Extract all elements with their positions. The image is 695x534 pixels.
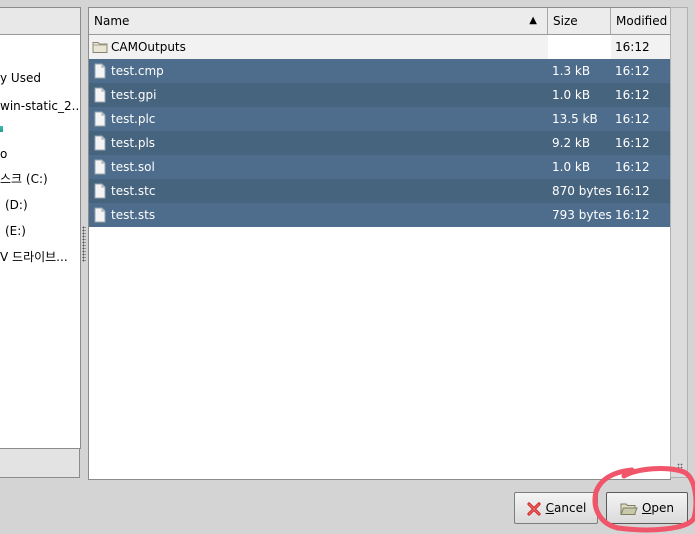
file-size: 1.3 kB <box>552 64 591 78</box>
places-sidebar: y Used win-static_2... o 스크 (C:) (D:) (E… <box>0 7 81 449</box>
file-list-header: Name ▲ Size Modified <box>89 8 670 35</box>
file-size: 1.0 kB <box>552 160 591 174</box>
place-teal[interactable] <box>0 118 3 138</box>
file-icon <box>94 63 106 79</box>
place-label: (E:) <box>5 224 26 238</box>
place-label: (D:) <box>5 198 28 212</box>
sort-ascending-icon: ▲ <box>529 15 537 26</box>
file-row[interactable]: test.pls 9.2 kB 16:12 <box>89 131 670 155</box>
file-modified: 16:12 <box>615 112 650 126</box>
file-row-folder[interactable]: CAMOutputs 16:12 <box>89 35 670 59</box>
folder-icon <box>620 503 638 515</box>
place-home-folder[interactable]: win-static_2... <box>0 96 81 116</box>
file-modified: 16:12 <box>615 136 650 150</box>
open-button[interactable]: Open <box>606 492 688 524</box>
column-header-name[interactable]: Name ▲ <box>89 8 548 34</box>
cancel-button[interactable]: Cancel <box>514 492 598 524</box>
file-name: test.sol <box>111 160 155 174</box>
file-row[interactable]: test.sol 1.0 kB 16:12 <box>89 155 670 179</box>
open-label: pen <box>651 501 675 515</box>
file-name: test.pls <box>111 136 156 150</box>
place-dvd-drive[interactable]: V 드라이브... <box>0 247 68 267</box>
place-drive-e[interactable]: (E:) <box>5 221 26 241</box>
file-row[interactable]: test.gpi 1.0 kB 16:12 <box>89 83 670 107</box>
file-name: CAMOutputs <box>111 40 186 54</box>
place-marker-icon <box>0 125 3 132</box>
file-icon <box>94 87 106 103</box>
column-header-modified[interactable]: Modified <box>611 8 670 34</box>
red-x-icon <box>527 501 541 516</box>
file-modified: 16:12 <box>615 160 650 174</box>
file-modified: 16:12 <box>615 40 650 54</box>
cancel-label: ancel <box>554 501 587 515</box>
file-size: 9.2 kB <box>552 136 591 150</box>
resize-grip-icon[interactable] <box>677 463 683 473</box>
file-modified: 16:12 <box>615 64 650 78</box>
file-name: test.gpi <box>111 88 157 102</box>
file-size: 13.5 kB <box>552 112 598 126</box>
place-label: y Used <box>0 71 41 85</box>
file-size: 793 bytes <box>552 208 612 222</box>
place-label: o <box>0 147 8 161</box>
place-drive-c[interactable]: 스크 (C:) <box>0 169 48 189</box>
place-label: win-static_2... <box>0 99 81 113</box>
vertical-scrollbar[interactable] <box>670 7 688 478</box>
file-icon <box>94 207 106 223</box>
place-desktop[interactable]: o <box>0 144 7 164</box>
file-icon <box>94 183 106 199</box>
column-size-label: Size <box>553 14 578 28</box>
places-header <box>0 8 80 35</box>
file-size: 870 bytes <box>552 184 612 198</box>
pane-resize-handle[interactable] <box>82 226 86 262</box>
places-add-button[interactable] <box>0 448 80 478</box>
place-label: V 드라이브... <box>0 250 68 264</box>
file-row[interactable]: test.cmp 1.3 kB 16:12 <box>89 59 670 83</box>
column-name-label: Name <box>94 14 130 28</box>
file-size: 1.0 kB <box>552 88 591 102</box>
file-row[interactable]: test.sts 793 bytes 16:12 <box>89 203 670 227</box>
file-modified: 16:12 <box>615 184 650 198</box>
file-icon <box>94 135 106 151</box>
file-row[interactable]: test.plc 13.5 kB 16:12 <box>89 107 670 131</box>
file-name: test.sts <box>111 208 156 222</box>
column-header-size[interactable]: Size <box>548 8 611 34</box>
file-list[interactable]: Name ▲ Size Modified CAMOutputs 16:12 te… <box>88 7 671 480</box>
place-drive-d[interactable]: (D:) <box>5 195 28 215</box>
cancel-mnemonic: C <box>545 501 555 515</box>
file-name: test.cmp <box>111 64 164 78</box>
file-icon <box>94 111 106 127</box>
file-name: test.stc <box>111 184 156 198</box>
place-recently-used[interactable]: y Used <box>0 68 41 88</box>
file-modified: 16:12 <box>615 208 650 222</box>
column-modified-label: Modified <box>616 14 668 28</box>
file-modified: 16:12 <box>615 88 650 102</box>
file-row[interactable]: test.stc 870 bytes 16:12 <box>89 179 670 203</box>
file-name: test.plc <box>111 112 156 126</box>
place-label: 스크 (C:) <box>0 172 48 186</box>
file-icon <box>94 159 106 175</box>
folder-icon <box>92 42 108 53</box>
open-mnemonic: O <box>641 501 652 515</box>
